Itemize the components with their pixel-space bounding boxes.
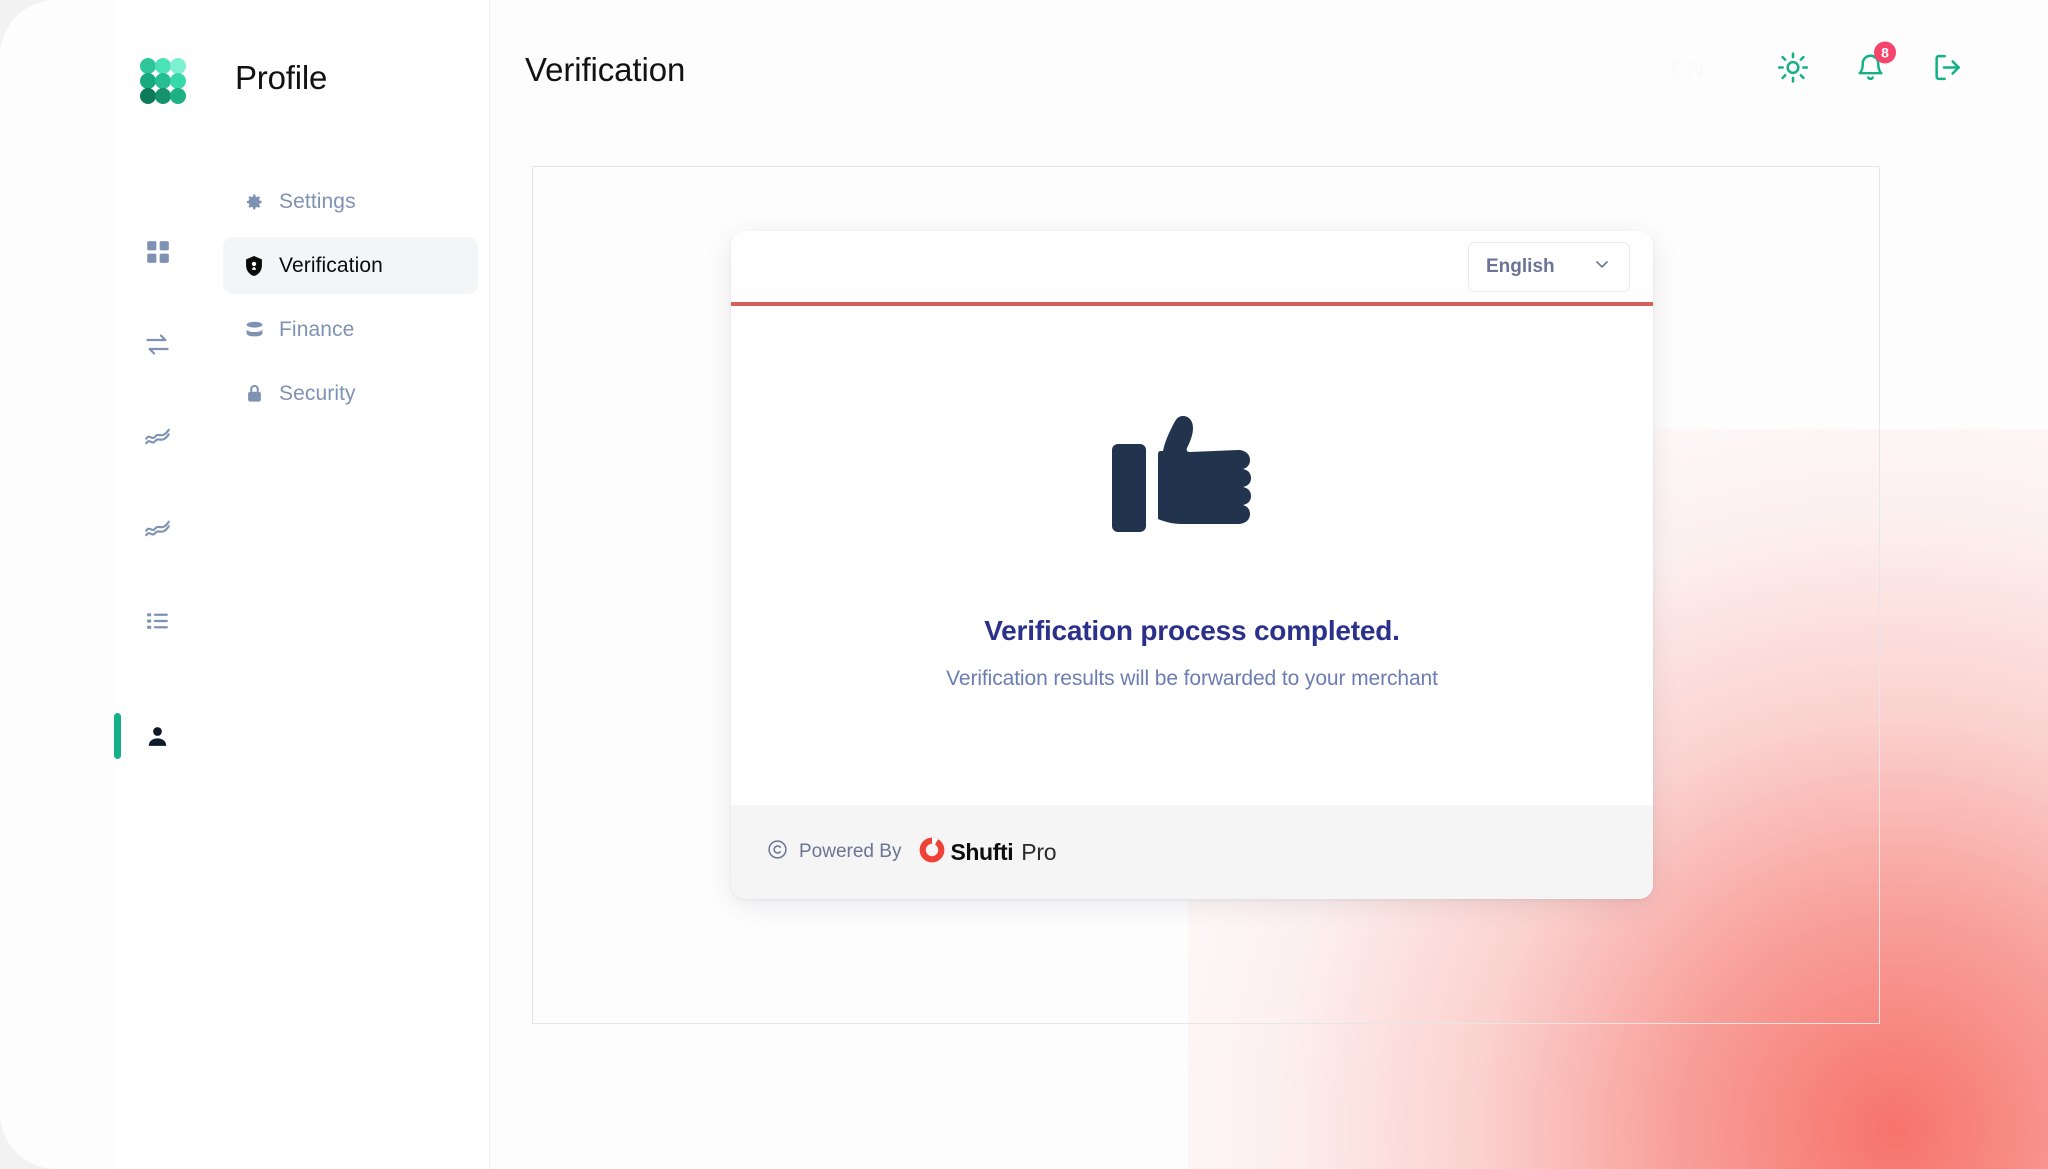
page-surface: Profile Settings	[0, 0, 2048, 1169]
lock-icon	[241, 383, 267, 404]
gear-icon	[241, 192, 267, 212]
rail-item-analytics[interactable]	[115, 390, 200, 482]
sidebar-item-security[interactable]: Security	[223, 365, 478, 422]
verification-widget-footer: Powered By Shufti Pro	[731, 805, 1653, 899]
language-switcher[interactable]: EN	[1671, 56, 1731, 84]
dashboard-grid-icon	[145, 239, 171, 265]
trend-chart-icon	[144, 423, 171, 450]
widget-language-select[interactable]: English	[1468, 242, 1630, 292]
rail-item-reports[interactable]	[115, 482, 200, 574]
sidebar-item-settings[interactable]: Settings	[223, 173, 478, 230]
header-actions: EN	[1671, 52, 1964, 89]
widget-language-select-value: English	[1486, 256, 1555, 278]
powered-by-label: Powered By	[799, 841, 901, 863]
logout-icon	[1932, 52, 1964, 89]
theme-toggle-button[interactable]	[1777, 52, 1809, 89]
list-icon	[145, 608, 170, 633]
sidebar-item-label: Finance	[279, 318, 354, 342]
shufti-brand-primary: Shufti	[950, 839, 1013, 866]
verification-widget-topbar: English	[731, 231, 1653, 306]
sidebar-item-label: Settings	[279, 190, 356, 214]
rail-item-dashboard[interactable]	[115, 206, 200, 298]
notification-badge: 8	[1874, 41, 1896, 63]
verification-status-subtext: Verification results will be forwarded t…	[946, 667, 1438, 691]
rail-item-profile[interactable]	[115, 690, 200, 782]
language-switcher-label: EN	[1671, 56, 1704, 84]
icon-rail	[115, 0, 200, 1169]
app-root: Profile Settings	[0, 0, 2048, 1169]
user-profile-icon	[145, 724, 170, 749]
rail-item-list[interactable]	[115, 574, 200, 666]
copyright-icon	[767, 839, 788, 865]
sidebar-item-finance[interactable]: Finance	[223, 301, 478, 358]
chevron-down-icon	[1713, 56, 1731, 84]
sidebar-item-verification[interactable]: Verification	[223, 237, 478, 294]
chevron-down-icon	[1592, 254, 1612, 279]
shufti-pro-logo: Shufti Pro	[918, 836, 1056, 869]
logout-button[interactable]	[1932, 52, 1964, 89]
rail-active-indicator	[114, 713, 121, 759]
sun-icon	[1777, 52, 1809, 89]
trend-chart-alt-icon	[144, 515, 171, 542]
transfer-arrows-icon	[144, 331, 171, 358]
verification-widget-body: Verification process completed. Verifica…	[731, 306, 1653, 805]
sidebar-menu: Settings Verification	[223, 173, 478, 429]
sidebar-item-label: Verification	[279, 254, 383, 278]
header-page-title: Verification	[525, 51, 685, 89]
notifications-button[interactable]: 8	[1855, 52, 1886, 88]
database-icon	[241, 319, 267, 340]
shufti-brand-secondary: Pro	[1021, 839, 1056, 866]
verification-widget: English Verification process complete	[731, 231, 1653, 899]
rail-item-transfers[interactable]	[115, 298, 200, 390]
page-title: Profile	[235, 59, 327, 97]
sidebar-item-label: Security	[279, 382, 356, 406]
verification-status-heading: Verification process completed.	[984, 615, 1400, 647]
thumbs-up-icon	[1112, 402, 1272, 555]
header: Verification EN	[490, 0, 2048, 140]
shufti-ring-icon	[918, 836, 946, 869]
shield-icon	[241, 255, 267, 277]
